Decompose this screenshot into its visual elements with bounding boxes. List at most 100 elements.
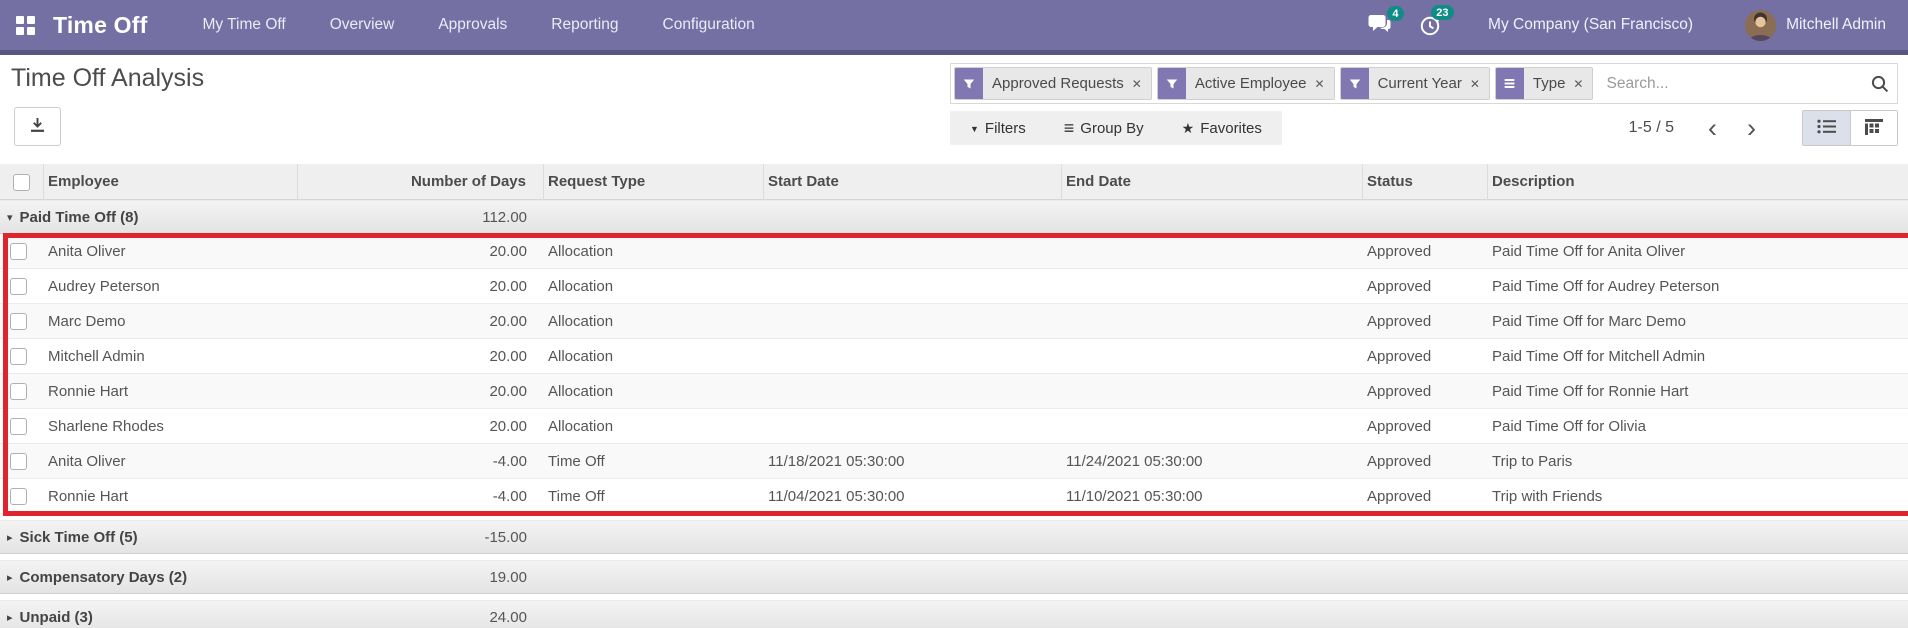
cell-status: Approved xyxy=(1367,347,1432,365)
app-title[interactable]: Time Off xyxy=(53,12,147,39)
pager-previous-button[interactable]: ‹ xyxy=(1704,115,1721,142)
table-row[interactable]: Anita Oliver -4.00 Time Off 11/18/2021 05:3… xyxy=(0,444,1908,479)
column-header-status[interactable]: Status xyxy=(1363,164,1488,200)
row-checkbox-cell xyxy=(0,487,44,505)
column-header-start-date[interactable]: Start Date xyxy=(764,164,1062,200)
cell-description: Paid Time Off for Olivia xyxy=(1492,417,1646,435)
favorites-button[interactable]: ★ Favorites xyxy=(1182,120,1262,137)
view-switcher xyxy=(1802,110,1898,146)
main-menu: My Time Off Overview Approvals Reporting… xyxy=(202,16,754,34)
table-row[interactable]: Mitchell Admin 20.00 Allocation Approved Pai… xyxy=(0,339,1908,374)
cell-employee: Marc Demo xyxy=(48,312,126,330)
pager-next-button[interactable]: › xyxy=(1743,115,1760,142)
export-download-button[interactable] xyxy=(14,107,61,146)
table-row[interactable]: Anita Oliver 20.00 Allocation Approved Paid … xyxy=(0,234,1908,269)
column-header-description[interactable]: Description xyxy=(1488,164,1908,200)
facet-remove-icon[interactable]: ✕ xyxy=(1470,77,1480,91)
row-checkbox[interactable] xyxy=(10,277,27,295)
pivot-view-button[interactable] xyxy=(1850,111,1897,145)
group-row[interactable]: ▸ Sick Time Off (5) -15.00 xyxy=(0,520,1908,554)
search-bar[interactable]: Approved Requests ✕ Active Employee ✕ Cu… xyxy=(950,63,1898,104)
company-switcher[interactable]: My Company (San Francisco) xyxy=(1488,16,1693,34)
pivot-view-icon xyxy=(1865,118,1883,138)
table-row[interactable]: Audrey Peterson 20.00 Allocation Approved Pa… xyxy=(0,269,1908,304)
cell-description: Paid Time Off for Marc Demo xyxy=(1492,312,1686,330)
table-row[interactable]: Sharlene Rhodes 20.00 Allocation Approved Pa… xyxy=(0,409,1908,444)
apps-menu-icon[interactable] xyxy=(16,15,35,35)
cell-end-date: 11/10/2021 05:30:00 xyxy=(1066,487,1203,505)
row-checkbox-cell xyxy=(0,417,44,435)
cell-number-of-days: 20.00 xyxy=(489,417,527,435)
pager-range[interactable]: 1-5 / 5 xyxy=(1629,119,1674,137)
group-row[interactable]: ▸ Compensatory Days (2) 19.00 xyxy=(0,560,1908,594)
cell-number-of-days: -4.00 xyxy=(492,487,527,505)
row-checkbox[interactable] xyxy=(10,347,27,365)
cell-description: Trip to Paris xyxy=(1492,452,1573,470)
cell-employee: Mitchell Admin xyxy=(48,347,145,365)
facet-remove-icon[interactable]: ✕ xyxy=(1132,77,1142,91)
column-header-request-type[interactable]: Request Type xyxy=(544,164,764,200)
top-navbar: Time Off My Time Off Overview Approvals … xyxy=(0,0,1908,55)
column-header-employee[interactable]: Employee xyxy=(44,164,298,200)
search-icon[interactable] xyxy=(1871,75,1889,93)
row-checkbox-cell xyxy=(0,452,44,470)
column-header-end-date[interactable]: End Date xyxy=(1062,164,1363,200)
filter-icon xyxy=(1340,68,1369,99)
facet-remove-icon[interactable]: ✕ xyxy=(1573,77,1583,91)
cell-request-type: Allocation xyxy=(548,312,614,330)
group-by-button[interactable]: ≡ Group By xyxy=(1064,118,1144,139)
row-checkbox[interactable] xyxy=(10,382,27,400)
group-total-days: 112.00 xyxy=(482,208,527,226)
page-title: Time Off Analysis xyxy=(11,64,205,92)
cell-start-date: 11/18/2021 05:30:00 xyxy=(768,452,905,470)
nav-overview[interactable]: Overview xyxy=(330,16,395,34)
nav-reporting[interactable]: Reporting xyxy=(551,16,618,34)
nav-my-time-off[interactable]: My Time Off xyxy=(202,16,285,34)
row-checkbox-cell xyxy=(0,382,44,400)
search-input[interactable] xyxy=(1598,74,1871,93)
facet-label: Approved Requests xyxy=(992,75,1124,92)
cell-status: Approved xyxy=(1367,277,1432,295)
table-row[interactable]: Marc Demo 20.00 Allocation Approved Paid Tim… xyxy=(0,304,1908,339)
row-checkbox[interactable] xyxy=(10,487,27,505)
user-menu[interactable]: Mitchell Admin xyxy=(1786,16,1886,34)
list-view-button[interactable] xyxy=(1803,111,1850,145)
table-row[interactable]: Ronnie Hart -4.00 Time Off 11/04/2021 05:30… xyxy=(0,479,1908,514)
row-checkbox[interactable] xyxy=(10,312,27,330)
row-checkbox[interactable] xyxy=(10,242,27,260)
cell-start-date: 11/04/2021 05:30:00 xyxy=(768,487,905,505)
row-checkbox[interactable] xyxy=(10,452,27,470)
cell-description: Paid Time Off for Mitchell Admin xyxy=(1492,347,1706,365)
cell-description: Trip with Friends xyxy=(1492,487,1603,505)
control-panel: Time Off Analysis Approved Requests ✕ Ac… xyxy=(0,55,1908,164)
row-checkbox[interactable] xyxy=(10,417,27,435)
group-label: ▸ Sick Time Off (5) xyxy=(0,529,298,546)
group-rows: Anita Oliver 20.00 Allocation Approved Paid … xyxy=(0,234,1908,514)
cell-status: Approved xyxy=(1367,382,1432,400)
user-avatar[interactable] xyxy=(1745,9,1777,41)
column-header-number-of-days[interactable]: Number of Days xyxy=(298,164,544,200)
cell-end-date: 11/24/2021 05:30:00 xyxy=(1066,452,1203,470)
nav-configuration[interactable]: Configuration xyxy=(663,16,755,34)
group-total-days: 24.00 xyxy=(489,608,527,626)
group-row[interactable]: ▾ Paid Time Off (8) 112.00 xyxy=(0,200,1908,234)
list-table: Employee Number of Days Request Type Sta… xyxy=(0,164,1908,628)
group-title: Unpaid (3) xyxy=(19,608,93,626)
star-icon: ★ xyxy=(1181,119,1195,136)
nav-approvals[interactable]: Approvals xyxy=(438,16,507,34)
group-title: Paid Time Off (8) xyxy=(19,208,139,226)
select-all-checkbox[interactable] xyxy=(13,173,30,191)
messages-icon[interactable]: 4 xyxy=(1368,6,1405,36)
cell-status: Approved xyxy=(1367,417,1432,435)
cell-status: Approved xyxy=(1367,452,1432,470)
group-row[interactable]: ▸ Unpaid (3) 24.00 xyxy=(0,600,1908,628)
filters-button[interactable]: ▼ Filters xyxy=(970,120,1026,137)
search-facet-approved-requests: Approved Requests ✕ xyxy=(954,67,1152,100)
facet-remove-icon[interactable]: ✕ xyxy=(1315,77,1325,91)
cell-request-type: Time Off xyxy=(548,487,605,505)
activities-icon[interactable]: 23 xyxy=(1418,5,1455,37)
table-body: ▾ Paid Time Off (8) 112.00 Anita Oliver 20.0… xyxy=(0,200,1908,628)
table-row[interactable]: Ronnie Hart 20.00 Allocation Approved Paid T… xyxy=(0,374,1908,409)
group-by-icon xyxy=(1495,68,1524,99)
search-facet-current-year: Current Year ✕ xyxy=(1339,67,1490,100)
